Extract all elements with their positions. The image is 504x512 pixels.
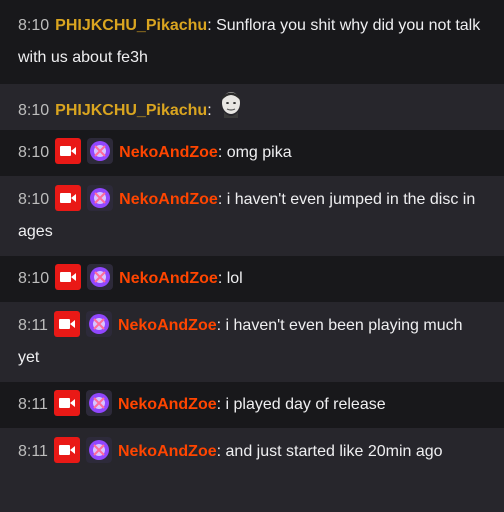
timestamp: 8:10 [18, 17, 50, 34]
chat-log: 8:10 PHIJKCHU_Pikachu: Sunflora you shit … [0, 0, 504, 512]
timestamp: 8:11 [18, 396, 48, 413]
sub-badge-icon[interactable] [85, 389, 112, 416]
timestamp: 8:10 [18, 102, 50, 120]
separator: : [207, 102, 212, 120]
separator: : [216, 317, 226, 334]
message-text: lol [226, 270, 243, 287]
sub-badge-icon[interactable] [85, 310, 112, 337]
username[interactable]: NekoAndZoe [118, 443, 217, 460]
chat-message: 8:11 NekoAndZoe: i played day of release [0, 382, 504, 428]
chat-message: 8:11 NekoAndZoe: and just started like 20… [0, 428, 504, 512]
message-text: omg pika [226, 144, 292, 161]
sub-badge-icon[interactable] [87, 184, 114, 211]
face-emote-icon[interactable] [215, 88, 246, 130]
username[interactable]: PHIJKCHU_Pikachu [55, 102, 207, 119]
username[interactable]: NekoAndZoe [119, 191, 218, 208]
separator: : [217, 270, 227, 287]
chat-message: 8:10 NekoAndZoe: i haven't even jumped in… [0, 176, 504, 256]
message-text: i haven't even been playing much yet [18, 317, 463, 366]
video-camera-icon[interactable] [55, 184, 82, 211]
separator: : [216, 443, 226, 460]
video-camera-icon[interactable] [55, 263, 82, 290]
video-camera-icon[interactable] [55, 137, 82, 164]
username[interactable]: PHIJKCHU_Pikachu [55, 17, 207, 34]
timestamp: 8:11 [18, 443, 48, 460]
message-text: i played day of release [225, 396, 386, 413]
chat-message: 8:11 NekoAndZoe: i haven't even been play… [0, 302, 504, 382]
timestamp: 8:10 [18, 144, 50, 161]
sub-badge-icon[interactable] [87, 137, 114, 164]
username[interactable]: NekoAndZoe [118, 396, 217, 413]
chat-message: 8:10 PHIJKCHU_Pikachu: [0, 84, 504, 130]
video-camera-icon[interactable] [53, 310, 80, 337]
separator: : [207, 17, 217, 34]
message-text: and just started like 20min ago [225, 443, 443, 460]
video-camera-icon[interactable] [53, 436, 80, 463]
timestamp: 8:10 [18, 270, 50, 287]
separator: : [216, 396, 226, 413]
timestamp: 8:10 [18, 191, 50, 208]
username[interactable]: NekoAndZoe [119, 144, 218, 161]
sub-badge-icon[interactable] [85, 436, 112, 463]
separator: : [217, 144, 227, 161]
chat-message: 8:10 PHIJKCHU_Pikachu: Sunflora you shit … [0, 0, 504, 84]
username[interactable]: NekoAndZoe [119, 270, 218, 287]
chat-message: 8:10 NekoAndZoe: omg pika [0, 130, 504, 176]
chat-message: 8:10 NekoAndZoe: lol [0, 256, 504, 302]
sub-badge-icon[interactable] [87, 263, 114, 290]
video-camera-icon[interactable] [53, 389, 80, 416]
username[interactable]: NekoAndZoe [118, 317, 217, 334]
timestamp: 8:11 [18, 317, 48, 334]
separator: : [217, 191, 227, 208]
